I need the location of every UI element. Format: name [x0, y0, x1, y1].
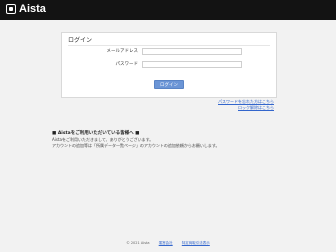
- login-button[interactable]: ログイン: [154, 80, 184, 89]
- email-field[interactable]: [142, 48, 242, 55]
- footer: © 2021 Aista 運営会社 特定商取引法表示: [0, 238, 336, 248]
- login-card: ログイン メールアドレス パスワード ログイン: [61, 32, 277, 98]
- logo-text: Aista: [19, 3, 46, 15]
- copyright: © 2021 Aista: [126, 241, 150, 245]
- company-link[interactable]: 運営会社: [159, 241, 173, 245]
- login-title: ログイン: [68, 37, 93, 44]
- help-links: パスワードを忘れた方はこちら ロック解除はこちら: [218, 99, 274, 111]
- email-label: メールアドレス: [106, 49, 139, 54]
- unlock-account-link[interactable]: ロック解除はこちら: [218, 105, 274, 111]
- logo[interactable]: Aista: [6, 3, 46, 15]
- legal-link[interactable]: 特定商取引法表示: [182, 241, 210, 245]
- notice-heading: ■ Aistaをご利用いただいている皆様へ ■: [52, 131, 140, 136]
- divider: [68, 45, 270, 46]
- password-label: パスワード: [115, 62, 139, 67]
- top-bar: Aista: [0, 0, 336, 20]
- notice-line: アカウントの追加等は「所属データ一覧ページ」のアカウントの追加依頼からお願いしま…: [52, 143, 220, 148]
- logo-icon: [6, 4, 16, 14]
- password-field[interactable]: [142, 61, 242, 68]
- notice-section: ■ Aistaをご利用いただいている皆様へ ■ Aistaをご利用いただきまして…: [52, 130, 292, 149]
